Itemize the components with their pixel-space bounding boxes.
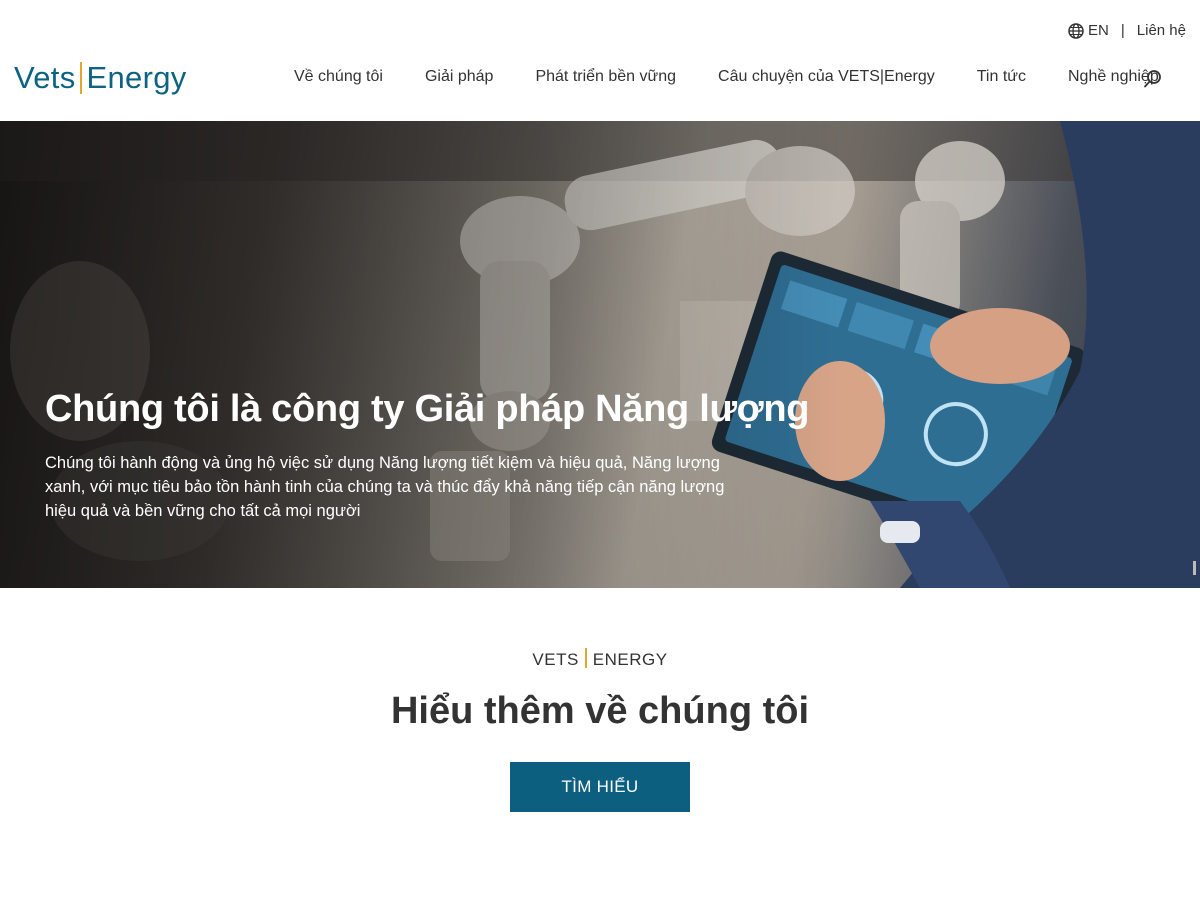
language-switcher[interactable]: EN xyxy=(1068,22,1109,39)
brand-text-energy: ENERGY xyxy=(592,650,668,669)
nav-item-sustainability[interactable]: Phát triển bền vững xyxy=(535,68,676,86)
about-title: Hiểu thêm về chúng tôi xyxy=(390,690,810,732)
hero-description: Chúng tôi hành động và ủng hộ việc sử dụ… xyxy=(45,454,725,520)
nav-item-stories[interactable]: Câu chuyện của VETS|Energy xyxy=(718,68,935,86)
nav-item-about[interactable]: Về chúng tôi xyxy=(294,68,383,86)
vets-energy-logo[interactable]: Vets Energy xyxy=(14,60,187,96)
contact-link[interactable]: Liên hệ xyxy=(1137,22,1186,39)
learn-more-button[interactable]: TÌM HIỂU xyxy=(510,762,690,812)
hero-banner: Chúng tôi là công ty Giải pháp Năng lượn… xyxy=(0,121,1200,588)
utility-separator: | xyxy=(1120,22,1125,39)
logo-divider xyxy=(79,62,82,94)
brand-text-vets: VETS xyxy=(532,650,579,669)
main-nav: Về chúng tôi Giải pháp Phát triển bền vữ… xyxy=(294,68,1200,86)
scroll-indicator[interactable] xyxy=(1193,561,1196,575)
language-label[interactable]: EN xyxy=(1088,22,1109,39)
nav-item-news[interactable]: Tin tức xyxy=(977,68,1026,86)
logo-text-energy: Energy xyxy=(86,60,187,95)
logo-text-vets: Vets xyxy=(14,60,76,95)
hero-title: Chúng tôi là công ty Giải pháp Năng lượn… xyxy=(45,388,810,430)
brand-tagline: VETS ENERGY xyxy=(0,648,1200,670)
utility-bar: EN | Liên hệ xyxy=(1068,22,1186,39)
search-icon[interactable] xyxy=(1143,69,1163,89)
brand-divider xyxy=(584,648,587,668)
globe-icon xyxy=(1068,22,1084,39)
nav-item-solutions[interactable]: Giải pháp xyxy=(425,68,494,86)
main-header: Vets Energy Về chúng tôi Giải pháp Phát … xyxy=(0,58,1200,100)
